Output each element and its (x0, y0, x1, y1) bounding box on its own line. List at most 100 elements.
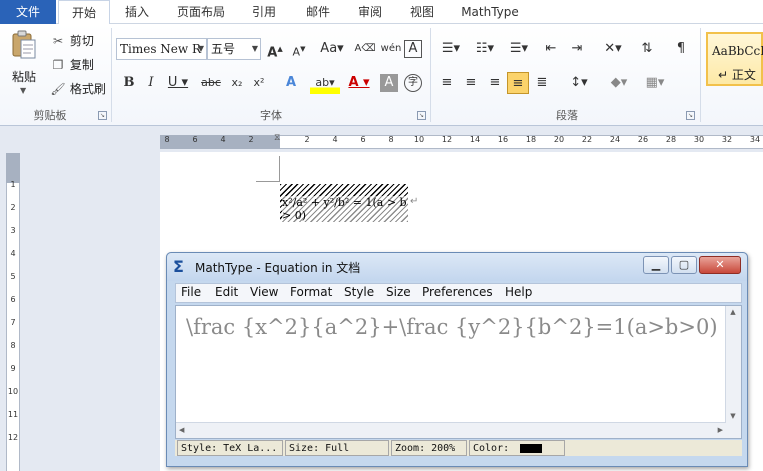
sort-icon[interactable]: ⇅ (636, 38, 658, 60)
scroll-up-icon[interactable]: ▲ (726, 308, 740, 316)
menu-help[interactable]: Help (505, 285, 532, 299)
align-right-icon[interactable]: ≡ (484, 72, 506, 94)
increase-indent-icon[interactable]: ⇥ (566, 38, 588, 60)
equation-object[interactable]: x²/a² + y²/b² = 1(a > b > 0) (280, 184, 408, 222)
copy-button[interactable]: ❐ 复制 (50, 56, 94, 74)
ruler-number: 16 (497, 135, 509, 144)
tab-insert[interactable]: 插入 (116, 0, 158, 24)
tab-mathtype[interactable]: MathType (452, 0, 528, 24)
vertical-ruler-margin (6, 153, 20, 183)
underline-icon[interactable]: U ▾ (164, 72, 192, 94)
change-case-icon[interactable]: Aa▾ (318, 38, 346, 60)
font-size-select[interactable]: 五号 ▼ (207, 38, 261, 60)
menu-view[interactable]: View (250, 285, 278, 299)
scroll-left-icon[interactable]: ◀ (179, 426, 184, 434)
mathtype-window: Σ MathType - Equation in 文档 ▁ ▢ ✕ File E… (166, 252, 748, 467)
chevron-down-icon[interactable]: ▼ (20, 86, 26, 95)
status-size: Size: Full (285, 440, 389, 456)
enclose-char-icon[interactable]: 字 (404, 74, 422, 92)
ruler-number: 2 (304, 135, 310, 144)
justify-icon[interactable]: ≡ (507, 72, 529, 94)
superscript-icon[interactable]: x² (248, 72, 270, 94)
maximize-button[interactable]: ▢ (671, 256, 697, 274)
vertical-ruler-number: 1 (10, 180, 16, 189)
distributed-icon[interactable]: ≣ (531, 72, 553, 94)
mathtype-titlebar[interactable]: Σ MathType - Equation in 文档 ▁ ▢ ✕ (167, 253, 747, 281)
menu-size[interactable]: Size (386, 285, 411, 299)
group-divider (700, 28, 701, 122)
font-launcher-icon[interactable]: ↘ (417, 111, 426, 120)
vertical-ruler-number: 8 (10, 341, 16, 350)
status-color: Color: (469, 440, 565, 456)
horizontal-ruler[interactable]: 8 6 4 2 2 4 6 8 10 12 14 16 18 20 22 24 26 28 30 32 34 ⧖ (0, 133, 763, 151)
ruler-number: 8 (388, 135, 394, 144)
paste-icon[interactable] (10, 30, 38, 60)
close-icon: ✕ (715, 258, 725, 271)
decrease-indent-icon[interactable]: ⇤ (540, 38, 562, 60)
char-border-icon[interactable]: A (404, 40, 422, 58)
bold-icon[interactable]: B (118, 72, 140, 94)
horizontal-scrollbar[interactable]: ◀ ▶ (176, 422, 726, 438)
format-painter-button[interactable]: 🖌 格式刷 (50, 80, 106, 98)
minimize-icon: ▁ (651, 258, 661, 271)
borders-icon[interactable]: ▦▾ (640, 72, 670, 94)
mathtype-statusbar: Style: TeX La... Size: Full Zoom: 200% C… (175, 440, 742, 456)
menu-style[interactable]: Style (344, 285, 374, 299)
mathtype-editor[interactable]: \frac {x^2}{a^2}+\frac {y^2}{b^2}=1(a>b>… (175, 305, 742, 439)
highlight-icon[interactable]: ab▾ (310, 72, 340, 94)
cut-button[interactable]: ✂ 剪切 (50, 32, 94, 50)
ruler-number: 22 (581, 135, 593, 144)
grow-font-icon[interactable]: A▲ (264, 38, 286, 60)
tab-references[interactable]: 引用 (242, 0, 286, 24)
font-color-icon[interactable]: A ▾ (344, 72, 374, 94)
tab-mailings[interactable]: 邮件 (296, 0, 340, 24)
subscript-icon[interactable]: x₂ (226, 72, 248, 94)
font-group-label: 字体 (260, 109, 282, 122)
phonetic-guide-icon[interactable]: wén (380, 38, 402, 60)
text-effects-icon[interactable]: A (280, 72, 302, 94)
tab-home[interactable]: 开始 (58, 0, 110, 25)
paragraph-launcher-icon[interactable]: ↘ (686, 111, 695, 120)
font-name-value: Times New R (120, 42, 202, 56)
tab-page-layout[interactable]: 页面布局 (168, 0, 234, 24)
tab-view[interactable]: 视图 (400, 0, 444, 24)
clipboard-launcher-icon[interactable]: ↘ (98, 111, 107, 120)
vertical-scrollbar[interactable]: ▲ ▼ (725, 306, 741, 438)
ruler-number: 4 (220, 135, 226, 144)
menu-preferences[interactable]: Preferences (422, 285, 493, 299)
paste-button[interactable]: 粘贴 (12, 68, 36, 85)
style-normal[interactable]: AaBbCcI ↵ 正文 (706, 32, 763, 86)
chinese-layout-icon[interactable]: ✕▾ (598, 38, 628, 60)
format-painter-label: 格式刷 (69, 82, 106, 96)
clear-format-icon[interactable]: A⌫ (354, 38, 376, 60)
scroll-right-icon[interactable]: ▶ (718, 426, 723, 434)
menu-format[interactable]: Format (290, 285, 332, 299)
equation-tex-content[interactable]: \frac {x^2}{a^2}+\frac {y^2}{b^2}=1(a>b>… (186, 315, 718, 339)
font-name-select[interactable]: Times New R ▼ (116, 38, 207, 60)
status-color-label: Color: (473, 443, 510, 454)
minimize-button[interactable]: ▁ (643, 256, 669, 274)
strikethrough-icon[interactable]: abc (198, 72, 224, 94)
align-center-icon[interactable]: ≡ (460, 72, 482, 94)
align-left-icon[interactable]: ≡ (436, 72, 458, 94)
close-button[interactable]: ✕ (699, 256, 741, 274)
scroll-down-icon[interactable]: ▼ (726, 412, 740, 420)
tab-file[interactable]: 文件 (0, 0, 56, 24)
menu-edit[interactable]: Edit (215, 285, 238, 299)
line-spacing-icon[interactable]: ↕▾ (564, 72, 594, 94)
style-name: ↵ 正文 (718, 68, 756, 82)
bullets-icon[interactable]: ☰▾ (436, 38, 466, 60)
char-shading-icon[interactable]: A (380, 74, 398, 92)
shading-icon[interactable]: ◆▾ (604, 72, 634, 94)
equation-text: x²/a² + y²/b² = 1(a > b > 0) (282, 196, 408, 222)
paragraph-mark: ↵ (410, 196, 419, 207)
menu-file[interactable]: File (181, 285, 201, 299)
multilevel-list-icon[interactable]: ☰▾ (504, 38, 534, 60)
italic-icon[interactable]: I (140, 72, 162, 94)
tab-review[interactable]: 审阅 (348, 0, 392, 24)
numbering-icon[interactable]: ☷▾ (470, 38, 500, 60)
shrink-font-icon[interactable]: A▼ (288, 38, 310, 60)
show-marks-icon[interactable]: ¶ (670, 38, 692, 60)
ruler-number: 20 (553, 135, 565, 144)
indent-marker-icon[interactable]: ⧖ (274, 133, 280, 143)
